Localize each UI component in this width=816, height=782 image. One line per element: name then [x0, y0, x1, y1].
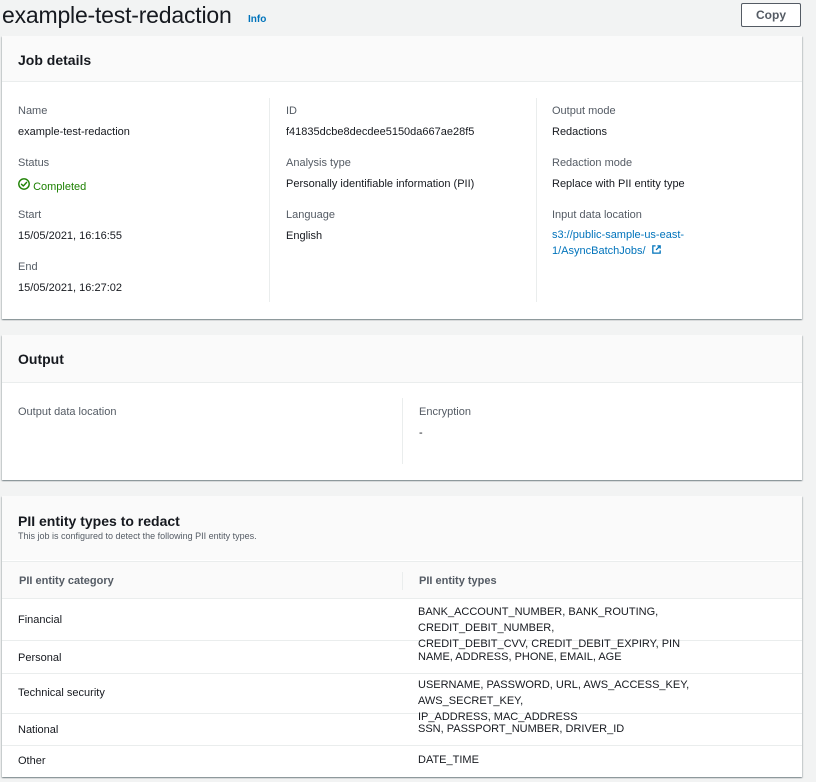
table-row: National SSN, PASSPORT_NUMBER, DRIVER_ID — [2, 714, 802, 746]
pii-table-header: PII entity category PII entity types — [2, 561, 802, 599]
output-mode-field: Output mode Redactions — [552, 105, 616, 138]
row-category: National — [18, 724, 59, 736]
pii-header: PII entity types to redact This job is c… — [2, 496, 802, 560]
id-field: ID f41835dcbe8decdee5150da667ae28f5 — [286, 105, 474, 138]
name-field: Name example-test-redaction — [18, 105, 130, 138]
input-location-field: Input data location s3://public-sample-u… — [552, 209, 684, 259]
table-row: Financial BANK_ACCOUNT_NUMBER, BANK_ROUT… — [2, 599, 802, 650]
id-value: f41835dcbe8decdee5150da667ae28f5 — [286, 126, 475, 138]
start-label: Start — [18, 209, 42, 221]
redaction-mode-label: Redaction mode — [552, 157, 633, 169]
pii-card: PII entity types to redact This job is c… — [2, 496, 802, 777]
analysis-type-value: Personally identifiable information (PII… — [286, 178, 475, 190]
input-location-line1[interactable]: s3://public-sample-us-east- — [552, 229, 684, 241]
column-divider — [536, 98, 537, 302]
row-types-line1: NAME, ADDRESS, PHONE, EMAIL, AGE — [418, 651, 622, 663]
status-label: Status — [18, 157, 50, 169]
analysis-type-field: Analysis type Personally identifiable in… — [286, 157, 474, 190]
info-link[interactable]: Info — [248, 14, 266, 25]
row-types-line1: SSN, PASSPORT_NUMBER, DRIVER_ID — [418, 723, 625, 735]
output-header: Output — [2, 335, 802, 383]
redaction-mode-field: Redaction mode Replace with PII entity t… — [552, 157, 685, 190]
row-category: Other — [18, 755, 46, 767]
input-location-label: Input data location — [552, 209, 642, 221]
row-category: Personal — [18, 652, 62, 664]
status-value: Completed — [18, 178, 86, 193]
output-mode-label: Output mode — [552, 105, 616, 117]
output-location-label: Output data location — [18, 406, 117, 418]
output-card: Output Output data location Encryption - — [2, 335, 802, 480]
input-location-line2[interactable]: 1/AsyncBatchJobs/ — [552, 245, 646, 257]
end-label: End — [18, 261, 38, 273]
column-header-category[interactable]: PII entity category — [19, 575, 114, 587]
status-text: Completed — [33, 181, 87, 193]
encryption-label: Encryption — [419, 406, 471, 418]
end-value: 15/05/2021, 16:27:02 — [18, 282, 122, 294]
row-types-line1: USERNAME, PASSWORD, URL, AWS_ACCESS_KEY,… — [418, 679, 690, 707]
id-label: ID — [286, 105, 297, 117]
end-field: End 15/05/2021, 16:27:02 — [18, 261, 122, 294]
table-row: Technical security USERNAME, PASSWORD, U… — [2, 674, 802, 723]
table-row: Personal NAME, ADDRESS, PHONE, EMAIL, AG… — [2, 641, 802, 674]
check-circle-icon — [18, 178, 30, 190]
pii-title: PII entity types to redact — [18, 513, 180, 529]
name-value: example-test-redaction — [18, 126, 130, 138]
output-location-field: Output data location — [18, 406, 116, 418]
language-value: English — [286, 230, 323, 242]
language-field: Language English — [286, 209, 335, 242]
row-category: Financial — [18, 614, 63, 626]
column-divider — [269, 98, 270, 302]
job-details-card: Job details Name example-test-redaction … — [2, 36, 802, 319]
input-location-link[interactable]: s3://public-sample-us-east- 1/AsyncBatch… — [552, 227, 684, 259]
job-details-header: Job details — [2, 36, 802, 82]
output-mode-value: Redactions — [552, 126, 608, 138]
column-divider — [402, 572, 403, 590]
row-types: DATE_TIME — [418, 752, 788, 768]
redaction-mode-value: Replace with PII entity type — [552, 178, 685, 190]
external-link-icon[interactable] — [651, 244, 662, 255]
analysis-type-label: Analysis type — [286, 157, 351, 169]
output-title: Output — [18, 351, 64, 367]
column-header-types[interactable]: PII entity types — [419, 575, 497, 587]
row-category: Technical security — [18, 687, 105, 699]
column-divider — [402, 398, 403, 464]
row-types-line1: DATE_TIME — [418, 754, 479, 766]
pii-description: This job is configured to detect the fol… — [18, 531, 257, 541]
row-types: SSN, PASSPORT_NUMBER, DRIVER_ID — [418, 721, 788, 737]
row-types-line1: BANK_ACCOUNT_NUMBER, BANK_ROUTING, CREDI… — [418, 606, 659, 634]
status-field: Status Completed — [18, 157, 86, 193]
page: example-test-redaction Info Copy Job det… — [0, 0, 816, 782]
name-label: Name — [18, 105, 48, 117]
encryption-value: - — [419, 427, 423, 439]
page-header: example-test-redaction Info Copy — [0, 0, 816, 36]
table-row: Other DATE_TIME — [2, 746, 802, 777]
encryption-field: Encryption - — [419, 406, 471, 439]
row-types: NAME, ADDRESS, PHONE, EMAIL, AGE — [418, 649, 788, 665]
start-field: Start 15/05/2021, 16:16:55 — [18, 209, 122, 242]
page-title: example-test-redaction — [2, 2, 232, 28]
language-label: Language — [286, 209, 335, 221]
start-value: 15/05/2021, 16:16:55 — [18, 230, 122, 242]
copy-button[interactable]: Copy — [741, 3, 801, 27]
job-details-title: Job details — [18, 52, 92, 68]
